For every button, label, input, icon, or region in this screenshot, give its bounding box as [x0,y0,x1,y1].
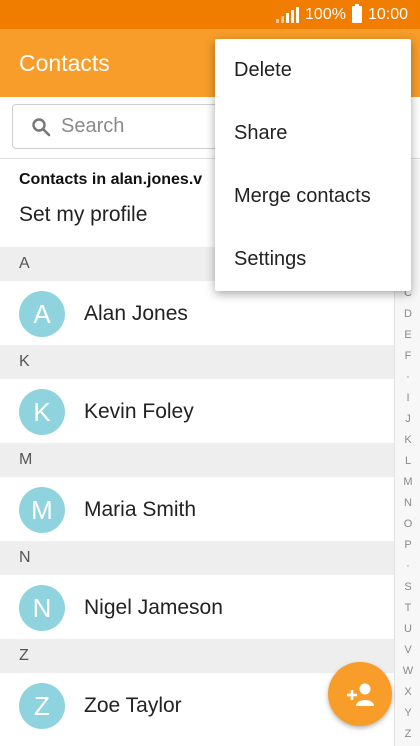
menu-item-settings[interactable]: Settings [215,228,411,291]
section-letter: A [19,255,30,272]
index-letter[interactable]: M [395,476,420,488]
index-letter[interactable]: O [395,518,420,530]
index-letter[interactable]: F [395,350,420,362]
menu-item-label: Delete [234,59,292,81]
section-header-m: M [0,443,394,477]
overflow-menu: Delete Share Merge contacts Settings [215,39,411,291]
section-header-k: K [0,345,394,379]
index-letter[interactable]: L [395,455,420,467]
index-letter[interactable]: · [395,560,420,572]
index-letter[interactable]: D [395,308,420,320]
menu-item-label: Merge contacts [234,185,371,207]
contact-name: Kevin Foley [84,400,194,423]
avatar: Z [19,683,65,729]
status-right: 100% 10:00 [276,0,408,29]
index-letter[interactable]: W [395,665,420,677]
search-icon [32,117,51,136]
page-title: Contacts [19,50,110,76]
contact-name: Maria Smith [84,498,197,521]
menu-item-label: Share [234,122,288,144]
contact-row-maria-smith[interactable]: M Maria Smith [0,477,394,541]
index-letter[interactable]: J [395,413,420,425]
menu-item-label: Settings [234,248,307,270]
index-letter[interactable]: I [395,392,420,404]
avatar: A [19,291,65,337]
signal-icon [276,6,300,23]
index-letter[interactable]: X [395,686,420,698]
battery-percent: 100% [305,5,346,23]
section-letter: M [19,451,33,468]
add-contact-icon [347,683,374,706]
index-letter[interactable]: S [395,581,420,593]
set-my-profile[interactable]: Set my profile [19,203,147,227]
index-letter[interactable]: V [395,644,420,656]
contact-name: Alan Jones [84,302,188,325]
account-label: Contacts in alan.jones.v [19,171,203,188]
index-letter[interactable]: P [395,539,420,551]
contact-row-kevin-foley[interactable]: K Kevin Foley [0,379,394,443]
avatar: N [19,585,65,631]
contact-name: Zoe Taylor [84,694,182,717]
add-contact-button[interactable] [328,662,392,726]
status-bar: 100% 10:00 [0,0,420,29]
section-header-z: Z [0,639,394,673]
section-letter: K [19,353,30,370]
contact-name: Nigel Jameson [84,596,223,619]
avatar: M [19,487,65,533]
search-placeholder: Search [61,115,125,137]
avatar: K [19,389,65,435]
menu-item-share[interactable]: Share [215,102,411,165]
contact-row-nigel-jameson[interactable]: N Nigel Jameson [0,575,394,639]
index-letter[interactable]: T [395,602,420,614]
menu-item-merge-contacts[interactable]: Merge contacts [215,165,411,228]
index-letter[interactable]: · [395,371,420,383]
index-letter[interactable]: Y [395,707,420,719]
index-letter[interactable]: Z [395,728,420,740]
menu-item-delete[interactable]: Delete [215,39,411,102]
section-header-n: N [0,541,394,575]
index-letter[interactable]: K [395,434,420,446]
index-letter[interactable]: U [395,623,420,635]
section-letter: Z [19,647,29,664]
index-letter[interactable]: N [395,497,420,509]
battery-icon [351,4,362,23]
section-letter: N [19,549,31,566]
status-time: 10:00 [367,5,408,23]
index-letter[interactable]: E [395,329,420,341]
search-input[interactable]: Search [12,104,232,149]
